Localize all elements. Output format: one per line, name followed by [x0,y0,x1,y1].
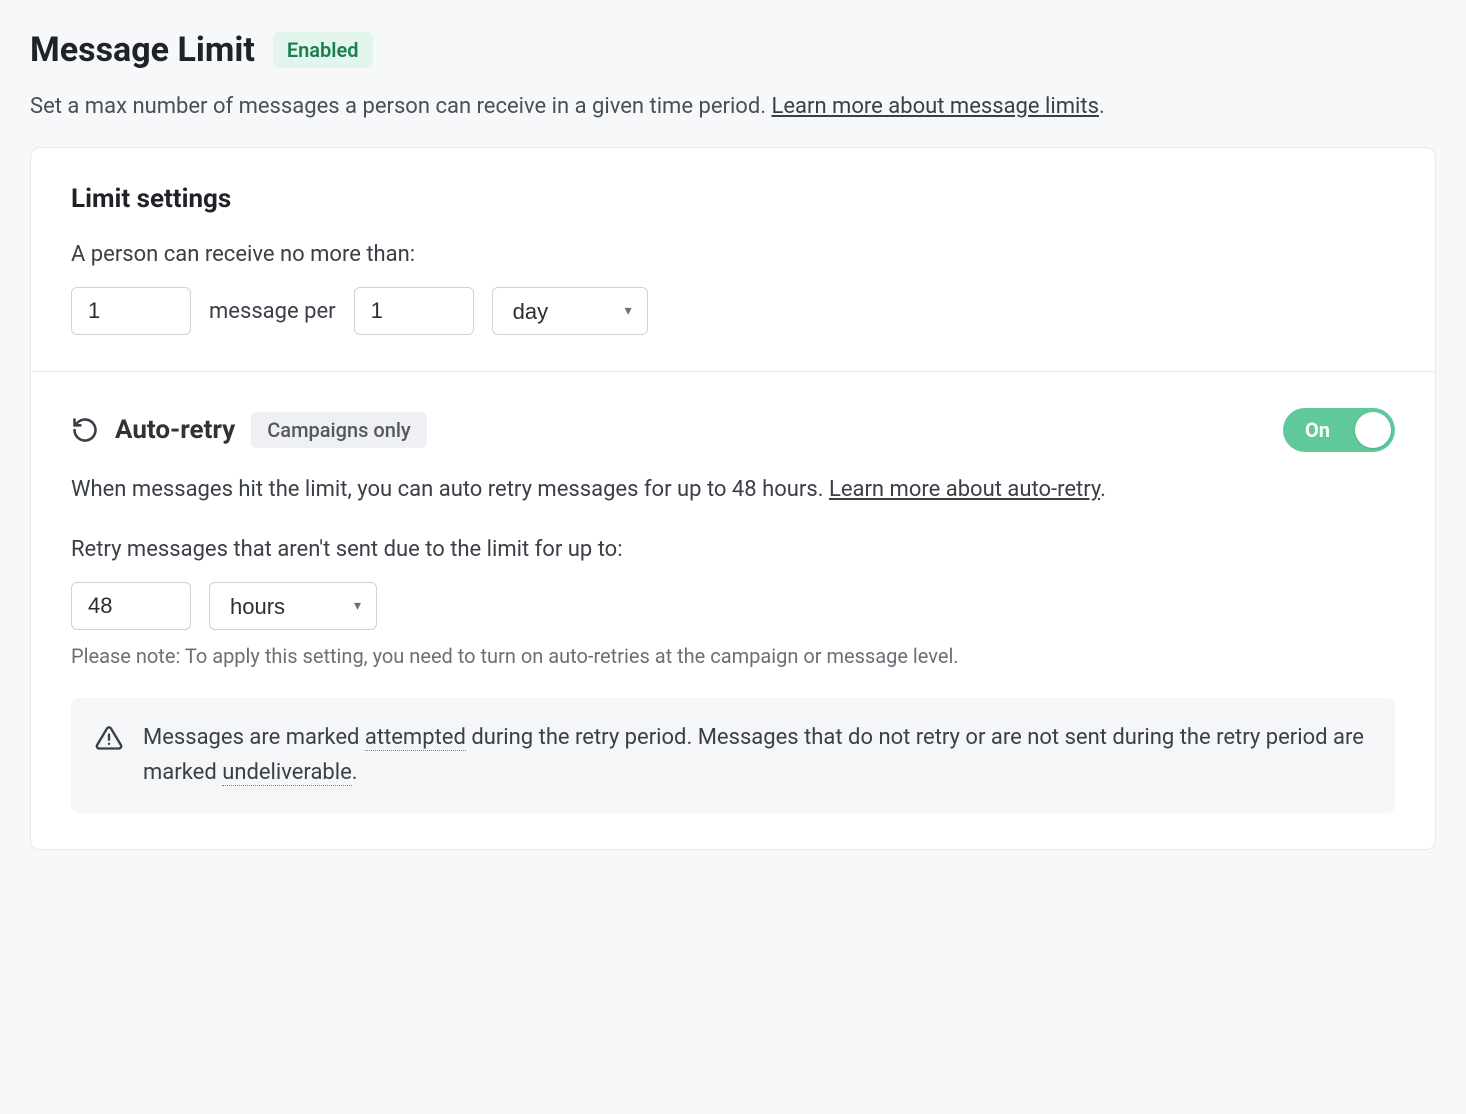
retry-value-input[interactable] [71,582,191,630]
scope-badge: Campaigns only [251,412,427,448]
auto-retry-desc-suffix: . [1100,477,1106,502]
auto-retry-description: When messages hit the limit, you can aut… [71,472,1395,507]
learn-more-auto-retry-link[interactable]: Learn more about auto-retry [829,477,1100,502]
alert-text-1: Messages are marked [143,725,365,750]
message-count-input[interactable] [71,287,191,335]
page-title: Message Limit [30,30,255,70]
settings-card: Limit settings A person can receive no m… [30,147,1436,850]
limit-settings-section: Limit settings A person can receive no m… [31,148,1435,371]
page-description-text: Set a max number of messages a person ca… [30,94,772,119]
retry-label: Retry messages that aren't sent due to t… [71,537,1395,562]
retry-note: Please note: To apply this setting, you … [71,644,1395,668]
page-description-suffix: . [1099,94,1105,119]
retry-icon [71,416,99,444]
undeliverable-term: undeliverable [222,760,352,786]
period-count-input[interactable] [354,287,474,335]
alert-text-3: . [352,760,358,785]
period-unit-select[interactable]: day [492,287,648,335]
limit-settings-title: Limit settings [71,184,1395,214]
toggle-knob [1355,412,1391,448]
limit-intro-text: A person can receive no more than: [71,242,1395,267]
page-description: Set a max number of messages a person ca… [30,90,1436,123]
info-alert: Messages are marked attempted during the… [71,698,1395,812]
status-badge-enabled: Enabled [273,32,373,68]
auto-retry-toggle[interactable]: On [1283,408,1395,452]
toggle-state-label: On [1305,418,1330,442]
message-per-label: message per [209,299,336,324]
auto-retry-title: Auto-retry [115,415,235,445]
learn-more-message-limits-link[interactable]: Learn more about message limits [772,94,1099,119]
alert-text: Messages are marked attempted during the… [143,720,1371,790]
retry-unit-select[interactable]: hours [209,582,377,630]
auto-retry-section: Auto-retry Campaigns only On When messag… [31,371,1435,849]
warning-icon [95,720,123,752]
attempted-term: attempted [365,725,466,751]
auto-retry-desc-prefix: When messages hit the limit, you can aut… [71,477,829,502]
